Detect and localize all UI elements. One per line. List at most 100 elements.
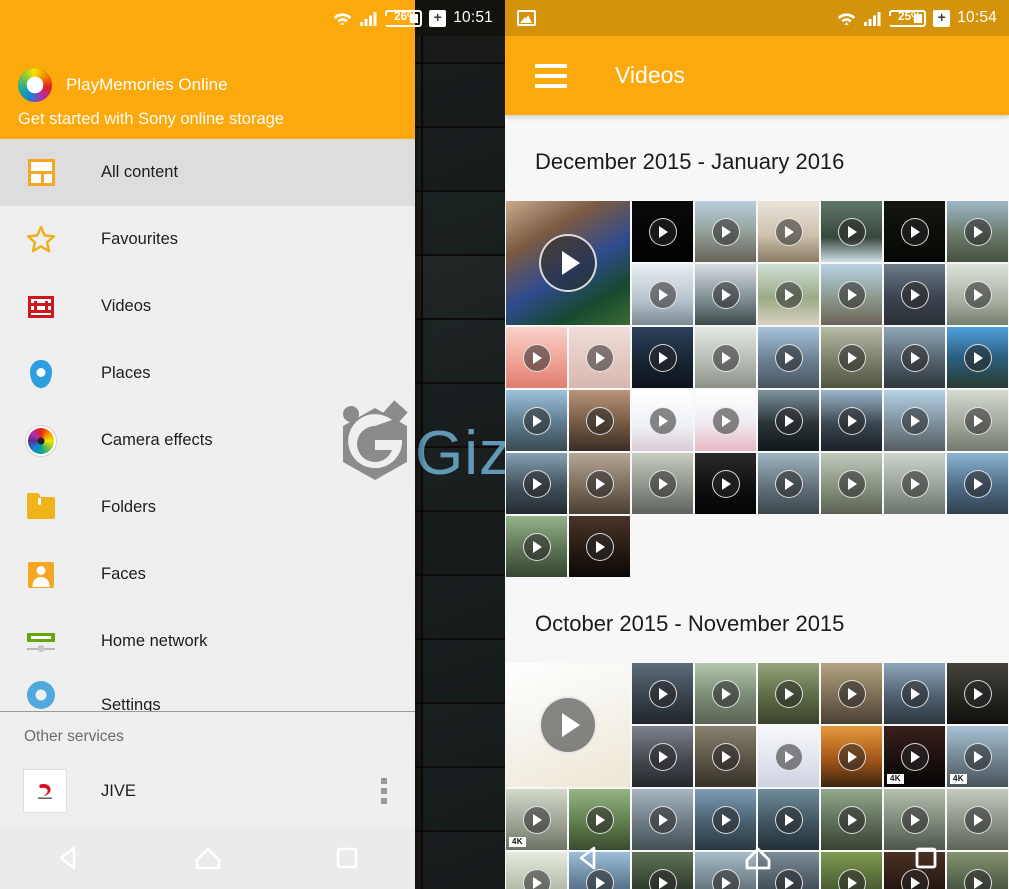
play-icon[interactable] bbox=[900, 679, 929, 708]
kebab-menu-icon[interactable] bbox=[375, 772, 393, 810]
play-icon[interactable] bbox=[711, 280, 740, 309]
video-thumbnail[interactable] bbox=[947, 663, 1008, 724]
play-icon[interactable] bbox=[774, 679, 803, 708]
play-icon[interactable] bbox=[711, 406, 740, 435]
hamburger-menu-icon[interactable] bbox=[535, 63, 567, 88]
home-icon[interactable] bbox=[742, 843, 774, 873]
video-thumbnail[interactable] bbox=[569, 390, 630, 451]
video-thumbnail[interactable] bbox=[947, 264, 1008, 325]
play-icon[interactable] bbox=[522, 469, 551, 498]
play-icon[interactable] bbox=[648, 343, 677, 372]
play-icon[interactable] bbox=[711, 217, 740, 246]
play-icon[interactable] bbox=[774, 280, 803, 309]
play-icon[interactable] bbox=[585, 469, 614, 498]
video-thumbnail[interactable] bbox=[569, 453, 630, 514]
video-thumbnail[interactable] bbox=[695, 453, 756, 514]
video-thumbnail[interactable] bbox=[821, 327, 882, 388]
play-icon[interactable] bbox=[963, 406, 992, 435]
play-icon[interactable] bbox=[648, 742, 677, 771]
video-thumbnail[interactable] bbox=[632, 663, 693, 724]
video-thumbnail[interactable] bbox=[569, 327, 630, 388]
video-thumbnail[interactable] bbox=[758, 726, 819, 787]
play-icon[interactable] bbox=[711, 343, 740, 372]
play-icon[interactable] bbox=[539, 696, 597, 754]
sidebar-item-folders[interactable]: Folders bbox=[0, 474, 415, 541]
video-thumbnail[interactable] bbox=[884, 453, 945, 514]
video-thumbnail[interactable] bbox=[695, 201, 756, 262]
video-thumbnail[interactable] bbox=[884, 390, 945, 451]
play-icon[interactable] bbox=[648, 280, 677, 309]
play-icon[interactable] bbox=[837, 742, 866, 771]
play-icon[interactable] bbox=[963, 343, 992, 372]
video-thumbnail[interactable] bbox=[695, 390, 756, 451]
video-thumbnail[interactable] bbox=[884, 663, 945, 724]
video-thumbnail[interactable] bbox=[821, 726, 882, 787]
play-icon[interactable] bbox=[963, 469, 992, 498]
video-thumbnail[interactable] bbox=[821, 663, 882, 724]
video-thumbnail[interactable] bbox=[758, 453, 819, 514]
play-icon[interactable] bbox=[900, 217, 929, 246]
play-icon[interactable] bbox=[774, 469, 803, 498]
sidebar-item-home-network[interactable]: Home network bbox=[0, 608, 415, 675]
play-icon[interactable] bbox=[900, 742, 929, 771]
play-icon[interactable] bbox=[963, 280, 992, 309]
play-icon[interactable] bbox=[963, 217, 992, 246]
video-thumbnail[interactable] bbox=[821, 264, 882, 325]
video-thumbnail[interactable] bbox=[758, 327, 819, 388]
play-icon[interactable] bbox=[522, 343, 551, 372]
play-icon[interactable] bbox=[774, 406, 803, 435]
video-thumbnail[interactable] bbox=[632, 327, 693, 388]
play-icon[interactable] bbox=[711, 679, 740, 708]
video-thumbnail[interactable] bbox=[884, 264, 945, 325]
play-icon[interactable] bbox=[648, 469, 677, 498]
play-icon[interactable] bbox=[711, 742, 740, 771]
video-thumbnail[interactable] bbox=[506, 201, 630, 325]
video-thumbnail[interactable] bbox=[695, 327, 756, 388]
play-icon[interactable] bbox=[837, 406, 866, 435]
play-icon[interactable] bbox=[900, 469, 929, 498]
play-icon[interactable] bbox=[837, 469, 866, 498]
play-icon[interactable] bbox=[774, 343, 803, 372]
video-thumbnail[interactable] bbox=[758, 663, 819, 724]
video-thumbnail[interactable] bbox=[695, 663, 756, 724]
video-thumbnail[interactable] bbox=[506, 390, 567, 451]
play-icon[interactable] bbox=[963, 679, 992, 708]
play-icon[interactable] bbox=[711, 469, 740, 498]
back-triangle-icon[interactable] bbox=[574, 843, 604, 873]
video-list-content[interactable]: December 2015 - January 2016 October 2015… bbox=[505, 115, 1009, 889]
video-thumbnail[interactable] bbox=[506, 453, 567, 514]
video-thumbnail[interactable] bbox=[632, 453, 693, 514]
home-icon[interactable] bbox=[192, 843, 224, 873]
sidebar-item-camera-effects[interactable]: Camera effects bbox=[0, 407, 415, 474]
sidebar-item-all-content[interactable]: All content bbox=[0, 139, 415, 206]
play-icon[interactable] bbox=[837, 280, 866, 309]
video-thumbnail[interactable] bbox=[695, 264, 756, 325]
video-thumbnail[interactable] bbox=[632, 390, 693, 451]
video-thumbnail[interactable] bbox=[821, 201, 882, 262]
play-icon[interactable] bbox=[837, 343, 866, 372]
video-thumbnail[interactable] bbox=[758, 201, 819, 262]
play-icon[interactable] bbox=[522, 532, 551, 561]
video-thumbnail[interactable] bbox=[821, 453, 882, 514]
play-icon[interactable] bbox=[522, 406, 551, 435]
play-icon[interactable] bbox=[837, 679, 866, 708]
video-thumbnail[interactable] bbox=[947, 390, 1008, 451]
video-thumbnail[interactable] bbox=[632, 264, 693, 325]
sidebar-item-faces[interactable]: Faces bbox=[0, 541, 415, 608]
recents-square-icon[interactable] bbox=[912, 844, 940, 872]
video-thumbnail[interactable] bbox=[506, 663, 630, 787]
video-thumbnail[interactable] bbox=[884, 327, 945, 388]
sidebar-item-videos[interactable]: Videos bbox=[0, 273, 415, 340]
video-thumbnail[interactable] bbox=[758, 264, 819, 325]
play-icon[interactable] bbox=[774, 742, 803, 771]
service-item-jive[interactable]: JIVE bbox=[0, 756, 415, 826]
play-icon[interactable] bbox=[539, 234, 597, 292]
video-thumbnail[interactable] bbox=[632, 201, 693, 262]
video-thumbnail[interactable]: 4K bbox=[884, 726, 945, 787]
sidebar-item-favourites[interactable]: Favourites bbox=[0, 206, 415, 273]
back-triangle-icon[interactable] bbox=[54, 843, 84, 873]
video-thumbnail[interactable] bbox=[947, 453, 1008, 514]
play-icon[interactable] bbox=[648, 217, 677, 246]
play-icon[interactable] bbox=[900, 343, 929, 372]
video-thumbnail[interactable] bbox=[695, 726, 756, 787]
